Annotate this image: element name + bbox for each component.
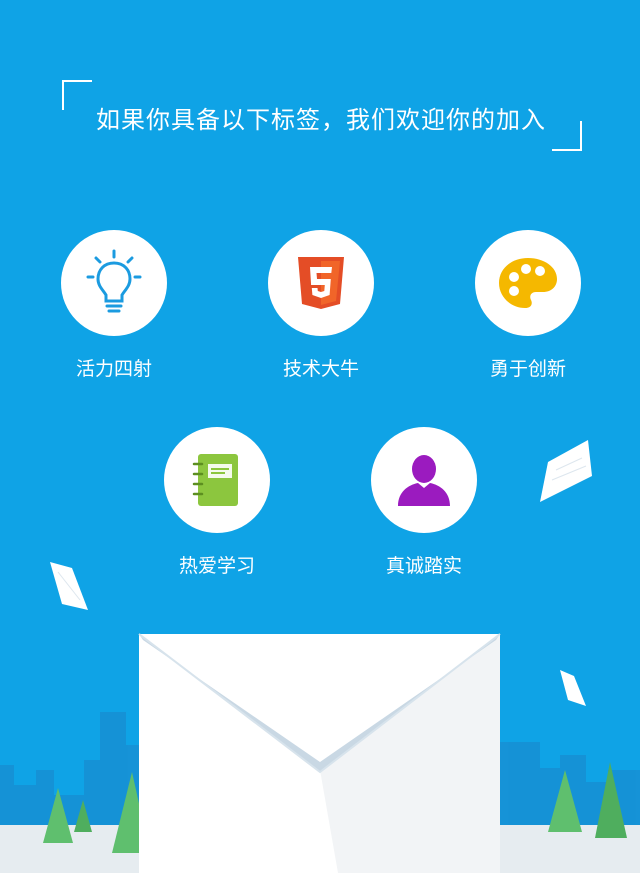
tag-label: 技术大牛 — [282, 358, 359, 380]
tag-innovation: 勇于创新 — [468, 230, 588, 381]
envelope-illustration — [138, 633, 501, 873]
tag-circle — [164, 427, 270, 533]
tag-label: 勇于创新 — [489, 358, 566, 380]
notebook-icon — [192, 454, 238, 506]
recruitment-page: 如果你具备以下标签，我们欢迎你的加入 活力四射 技术大牛 勇于创新 热爱学习 真… — [0, 0, 640, 873]
tag-love-learning: 热爱学习 — [157, 427, 277, 578]
tag-label: 热爱学习 — [178, 555, 255, 577]
page-headline: 如果你具备以下标签，我们欢迎你的加入 — [96, 106, 546, 134]
palette-icon — [499, 258, 557, 308]
tag-circle — [268, 230, 374, 336]
tag-circle — [61, 230, 167, 336]
person-icon — [398, 455, 450, 506]
tag-tech-expert: 技术大牛 — [261, 230, 381, 381]
tag-circle — [371, 427, 477, 533]
tag-sincere-practical: 真诚踏实 — [364, 427, 484, 578]
lightbulb-icon — [86, 249, 142, 313]
tag-label: 活力四射 — [75, 358, 152, 380]
tag-circle — [475, 230, 581, 336]
tag-vitality: 活力四射 — [54, 230, 174, 381]
bracket-bottom-right — [552, 121, 582, 151]
html5-icon — [298, 257, 344, 309]
tag-label: 真诚踏实 — [385, 555, 462, 577]
